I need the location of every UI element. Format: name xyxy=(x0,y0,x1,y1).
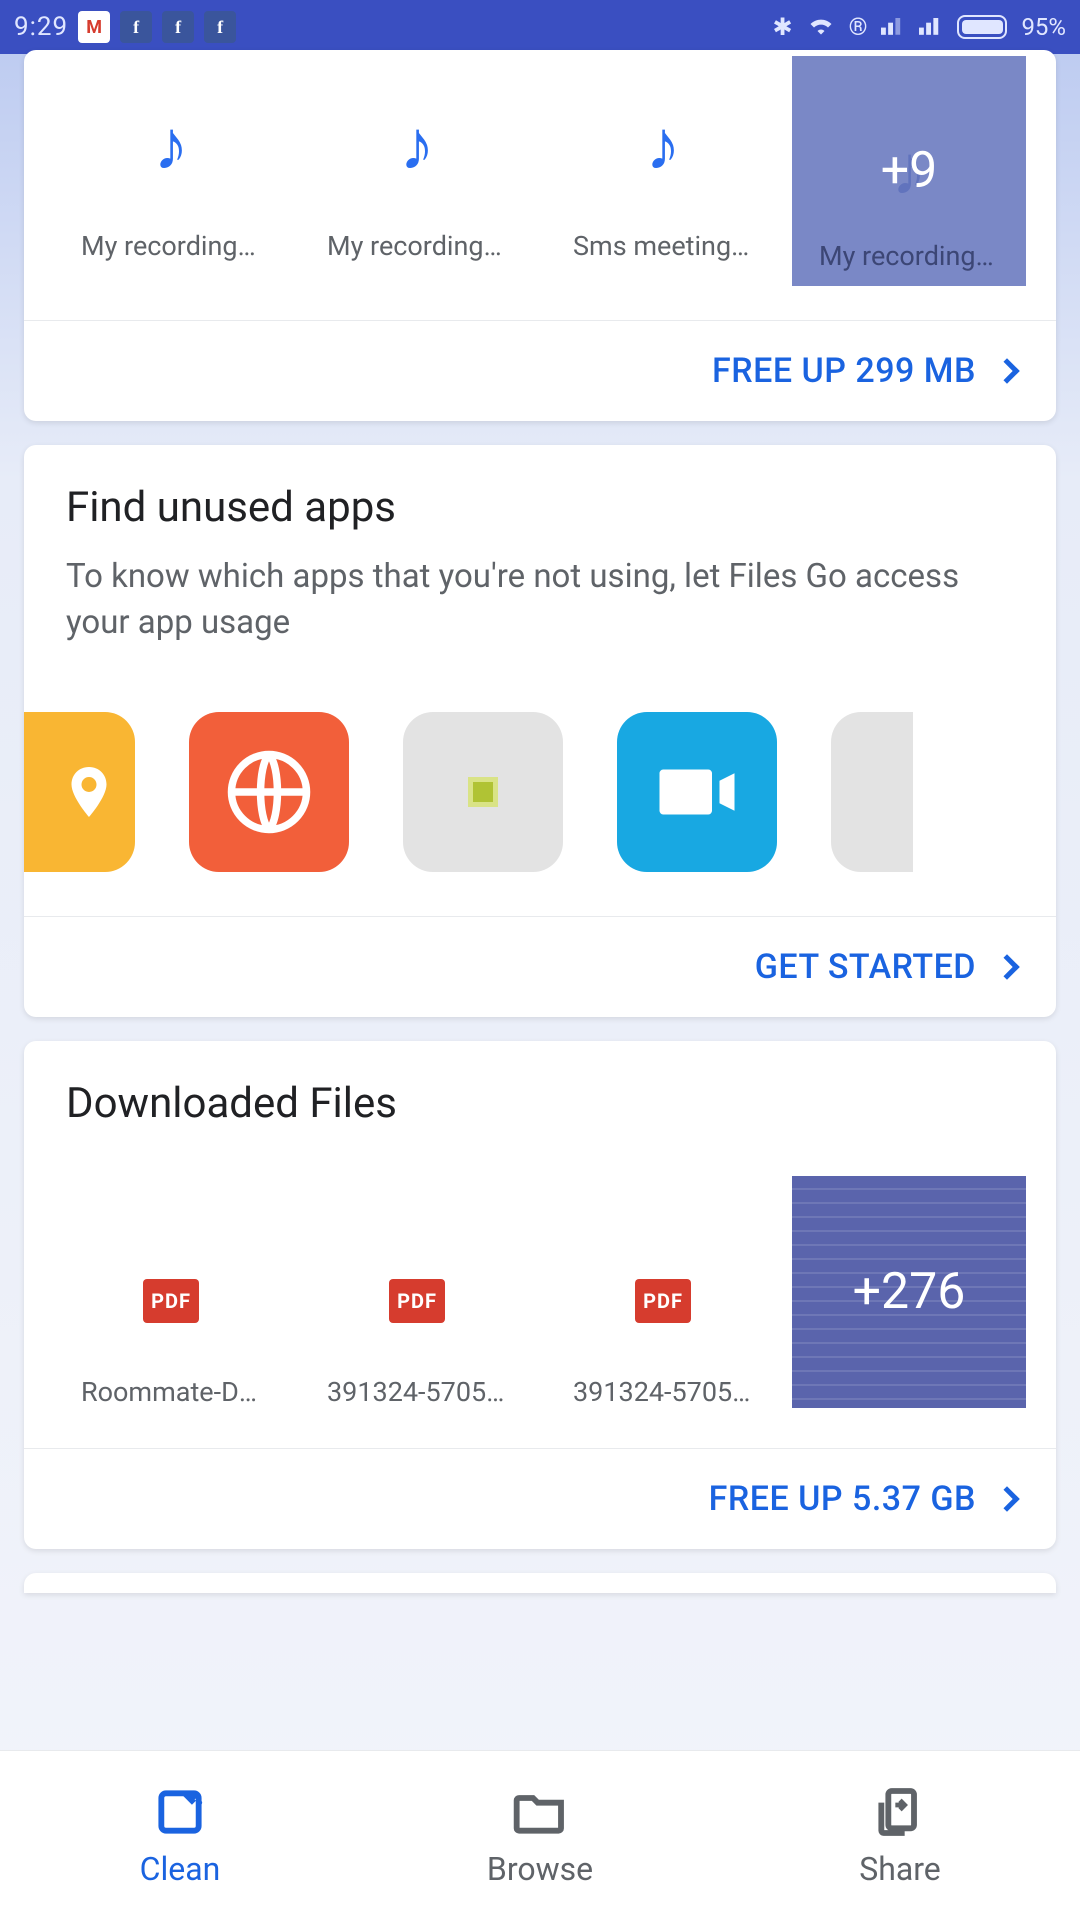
music-note-icon: ♪ xyxy=(154,105,189,187)
app-icon-browser xyxy=(189,712,349,872)
download-item[interactable]: PDF Roommate-Dia… xyxy=(54,1226,288,1408)
apps-row[interactable] xyxy=(24,664,1056,916)
audio-item-label: Sms meeting 2… xyxy=(573,230,753,262)
more-count: +9 xyxy=(881,142,937,200)
get-started-button[interactable]: GET STARTED xyxy=(24,916,1056,1017)
action-label: FREE UP 5.37 GB xyxy=(709,1479,976,1519)
action-label: GET STARTED xyxy=(755,947,976,987)
app-icon-unknown xyxy=(403,712,563,872)
action-label: FREE UP 299 MB xyxy=(712,351,976,391)
status-bar: 9:29 M f f f ✱ ® 95% xyxy=(0,0,1080,54)
chevron-right-icon xyxy=(994,358,1019,383)
card-title: Downloaded Files xyxy=(66,1079,1014,1128)
nav-share[interactable]: Share xyxy=(720,1751,1080,1920)
audio-item-more[interactable]: ♪ +9 My recording #… xyxy=(792,76,1026,286)
audio-item[interactable]: ♪ My recording #… xyxy=(54,76,288,286)
signal-icon xyxy=(881,13,905,41)
app-icon-maps xyxy=(24,712,135,872)
facebook-icon: f xyxy=(204,11,236,43)
wifi-icon xyxy=(807,13,835,41)
status-left: 9:29 M f f f xyxy=(14,11,236,43)
clean-icon xyxy=(152,1784,208,1840)
card-title: Find unused apps xyxy=(66,483,1014,532)
download-item-label: Roommate-Dia… xyxy=(81,1376,261,1408)
audio-item[interactable]: ♪ Sms meeting 2… xyxy=(546,76,780,286)
registered-icon: ® xyxy=(849,13,868,41)
folder-icon xyxy=(512,1784,568,1840)
app-icon-more xyxy=(831,712,913,872)
music-note-icon: ♪ xyxy=(646,105,681,187)
nav-browse[interactable]: Browse xyxy=(360,1751,720,1920)
bottom-nav: Clean Browse Share xyxy=(0,1750,1080,1920)
audio-item-label: My recording #… xyxy=(819,240,999,272)
card-subtitle: To know which apps that you're not using… xyxy=(66,554,1014,646)
status-time: 9:29 xyxy=(14,12,68,42)
nav-label: Clean xyxy=(140,1850,221,1888)
downloads-card: Downloaded Files PDF Roommate-Dia… PDF 3… xyxy=(24,1041,1056,1549)
battery-icon xyxy=(957,15,1007,39)
share-icon xyxy=(872,1784,928,1840)
download-item-label: 391324-57058… xyxy=(573,1376,753,1408)
chevron-right-icon xyxy=(994,955,1019,980)
download-item[interactable]: PDF 391324-57058… xyxy=(300,1226,534,1408)
nav-label: Share xyxy=(859,1850,941,1888)
next-card-peek xyxy=(24,1573,1056,1593)
battery-percent: 95% xyxy=(1021,13,1066,41)
chevron-right-icon xyxy=(994,1487,1019,1512)
facebook-icon: f xyxy=(120,11,152,43)
audio-item[interactable]: ♪ My recording #… xyxy=(300,76,534,286)
gmail-icon: M xyxy=(78,11,110,43)
signal-icon xyxy=(919,13,943,41)
app-icon-video xyxy=(617,712,777,872)
bluetooth-icon: ✱ xyxy=(772,13,792,41)
pdf-icon: PDF xyxy=(143,1279,199,1323)
nav-label: Browse xyxy=(487,1850,593,1888)
downloads-items: PDF Roommate-Dia… PDF 391324-57058… PDF … xyxy=(24,1146,1056,1448)
free-up-audio-button[interactable]: FREE UP 299 MB xyxy=(24,320,1056,421)
unused-apps-card: Find unused apps To know which apps that… xyxy=(24,445,1056,1017)
audio-item-label: My recording #… xyxy=(327,230,507,262)
music-note-icon: ♪ xyxy=(400,105,435,187)
audio-items: ♪ My recording #… ♪ My recording #… ♪ Sm… xyxy=(24,50,1056,320)
download-item[interactable]: PDF 391324-57058… xyxy=(546,1226,780,1408)
more-count: +276 xyxy=(853,1263,966,1321)
audio-card: ♪ My recording #… ♪ My recording #… ♪ Sm… xyxy=(24,50,1056,421)
status-right: ✱ ® 95% xyxy=(772,13,1066,41)
free-up-downloads-button[interactable]: FREE UP 5.37 GB xyxy=(24,1448,1056,1549)
audio-item-label: My recording #… xyxy=(81,230,261,262)
pdf-icon: PDF xyxy=(389,1279,445,1323)
pdf-icon: PDF xyxy=(635,1279,691,1323)
download-item-more[interactable]: +276 xyxy=(792,1176,1026,1408)
download-item-label: 391324-57058… xyxy=(327,1376,507,1408)
nav-clean[interactable]: Clean xyxy=(0,1751,360,1920)
facebook-icon: f xyxy=(162,11,194,43)
